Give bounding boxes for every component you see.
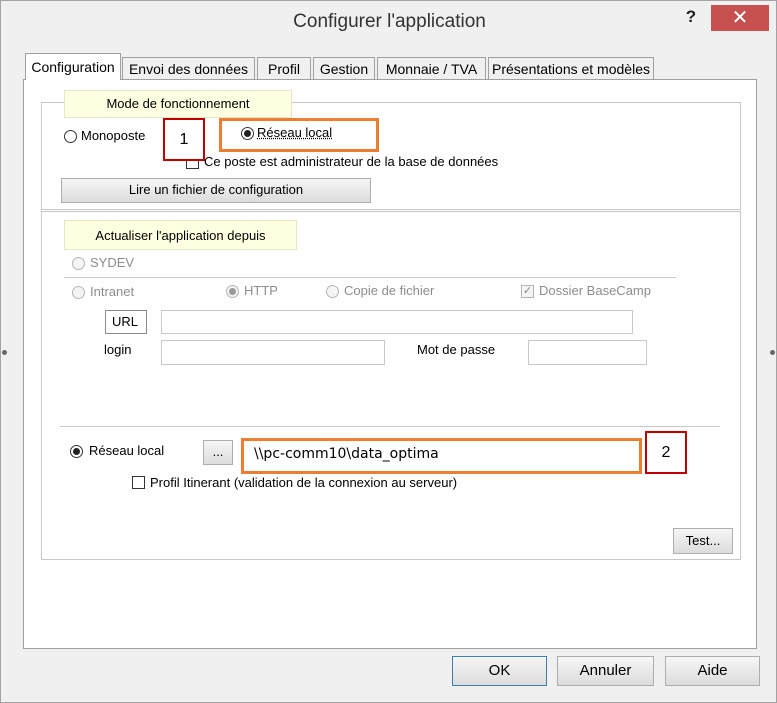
monoposte-radio[interactable]	[64, 130, 77, 143]
tab-configuration[interactable]: Configuration	[25, 53, 121, 80]
title-bar: Configurer l'application ? ✕	[1, 1, 776, 41]
highlight-network-path	[241, 438, 642, 474]
login-label: login	[104, 342, 132, 357]
tab-presentations-et-modeles[interactable]: Présentations et modèles	[488, 57, 654, 79]
tab-monnaie-tva[interactable]: Monnaie / TVA	[377, 57, 486, 79]
browse-button[interactable]: ...	[203, 440, 233, 465]
close-button[interactable]: ✕	[711, 5, 769, 31]
sydev-label: SYDEV	[90, 255, 135, 270]
configuration-tab-page: Mode de fonctionnement Monoposte Réseau …	[23, 79, 757, 649]
resize-handle-left[interactable]	[2, 350, 7, 355]
http-radio[interactable]	[226, 285, 239, 298]
annotation-marker-2: 2	[645, 431, 687, 474]
admin-checkbox-label: Ce poste est administrateur de la base d…	[204, 154, 499, 169]
basecamp-label: Dossier BaseCamp	[539, 283, 651, 298]
tab-envoi-des-donnees[interactable]: Envoi des données	[122, 57, 255, 79]
ok-button[interactable]: OK	[452, 656, 547, 686]
copie-de-fichier-label: Copie de fichier	[344, 283, 435, 298]
intranet-radio[interactable]	[72, 286, 85, 299]
http-label: HTTP	[244, 283, 278, 298]
copie-de-fichier-radio[interactable]	[326, 285, 339, 298]
intranet-label: Intranet	[90, 284, 135, 299]
profil-itinerant-checkbox[interactable]	[132, 476, 145, 489]
help-button[interactable]: Aide	[665, 656, 760, 686]
help-icon[interactable]: ?	[677, 7, 705, 29]
test-button[interactable]: Test...	[673, 528, 733, 554]
separator-line	[64, 277, 676, 278]
reseau-local-path-label: Réseau local	[89, 443, 165, 458]
update-group	[41, 211, 741, 560]
reseau-local-path-radio[interactable]	[70, 445, 83, 458]
dialog-window: Configurer l'application ? ✕ Configurati…	[0, 0, 777, 703]
password-input[interactable]	[528, 340, 647, 365]
url-label-box: URL	[105, 310, 147, 334]
annotation-marker-1: 1	[163, 118, 205, 161]
monoposte-label: Monoposte	[81, 128, 146, 143]
resize-handle-right[interactable]	[770, 350, 775, 355]
tab-profil[interactable]: Profil	[257, 57, 311, 79]
window-title: Configurer l'application	[293, 11, 486, 32]
update-group-legend: Actualiser l'application depuis	[64, 220, 297, 250]
tab-gestion[interactable]: Gestion	[313, 57, 375, 79]
mode-group-legend: Mode de fonctionnement	[64, 90, 292, 118]
read-config-button[interactable]: Lire un fichier de configuration	[61, 178, 371, 203]
separator-line-2	[60, 426, 720, 427]
password-label: Mot de passe	[417, 342, 496, 357]
highlight-reseau-local	[219, 118, 379, 152]
login-input[interactable]	[161, 340, 385, 365]
cancel-button[interactable]: Annuler	[557, 656, 654, 686]
profil-itinerant-label: Profil Itinerant (validation de la conne…	[150, 475, 458, 490]
sydev-radio[interactable]	[72, 257, 85, 270]
url-input[interactable]	[161, 310, 633, 334]
basecamp-checkbox[interactable]: ✓	[521, 285, 534, 298]
